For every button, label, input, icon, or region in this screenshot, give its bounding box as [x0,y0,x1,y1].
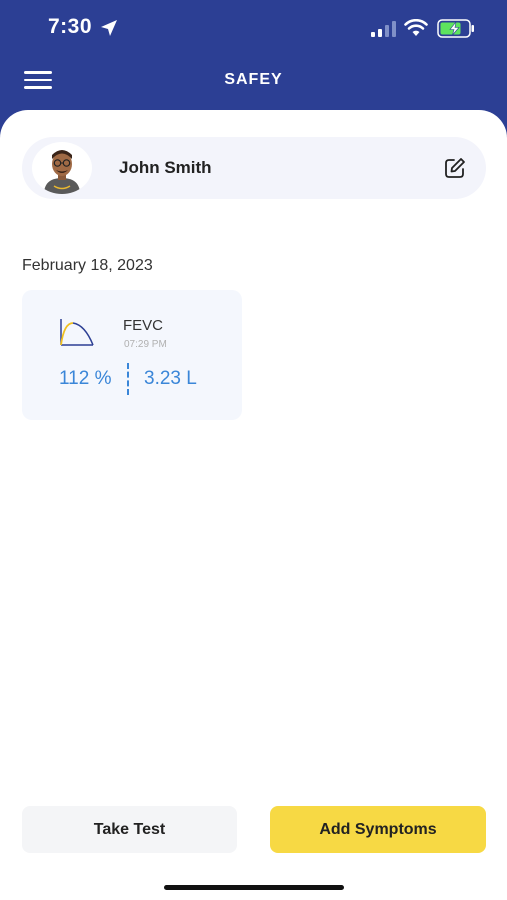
battery-charging-icon [437,19,474,38]
location-arrow-icon [101,20,117,36]
wifi-icon [404,19,428,36]
record-date: February 18, 2023 [22,257,153,274]
status-bar: 7:30 [0,0,507,56]
signal-icon [371,21,396,37]
app-title: SAFEY [224,71,283,88]
home-indicator[interactable] [164,885,344,890]
edit-icon[interactable] [444,157,466,179]
take-test-button[interactable]: Take Test [22,806,237,853]
avatar-image [44,150,80,194]
test-volume-value: 3.23 L [144,368,197,389]
avatar [32,142,92,194]
test-name: FEVC [123,317,164,334]
add-symptoms-button[interactable]: Add Symptoms [270,806,486,853]
profile-card[interactable]: John Smith [22,137,486,199]
divider [127,363,129,395]
profile-name: John Smith [119,158,212,177]
flow-volume-graph-icon [60,319,94,346]
test-result-card[interactable]: FEVC 07:29 PM 112 % 3.23 L [22,290,242,420]
test-percent-value: 112 % [59,368,112,389]
status-time: 7:30 [48,15,93,38]
main-content: John Smith February 18, 2023 FEVC 07:29 … [0,110,507,900]
test-time: 07:29 PM [124,339,167,350]
